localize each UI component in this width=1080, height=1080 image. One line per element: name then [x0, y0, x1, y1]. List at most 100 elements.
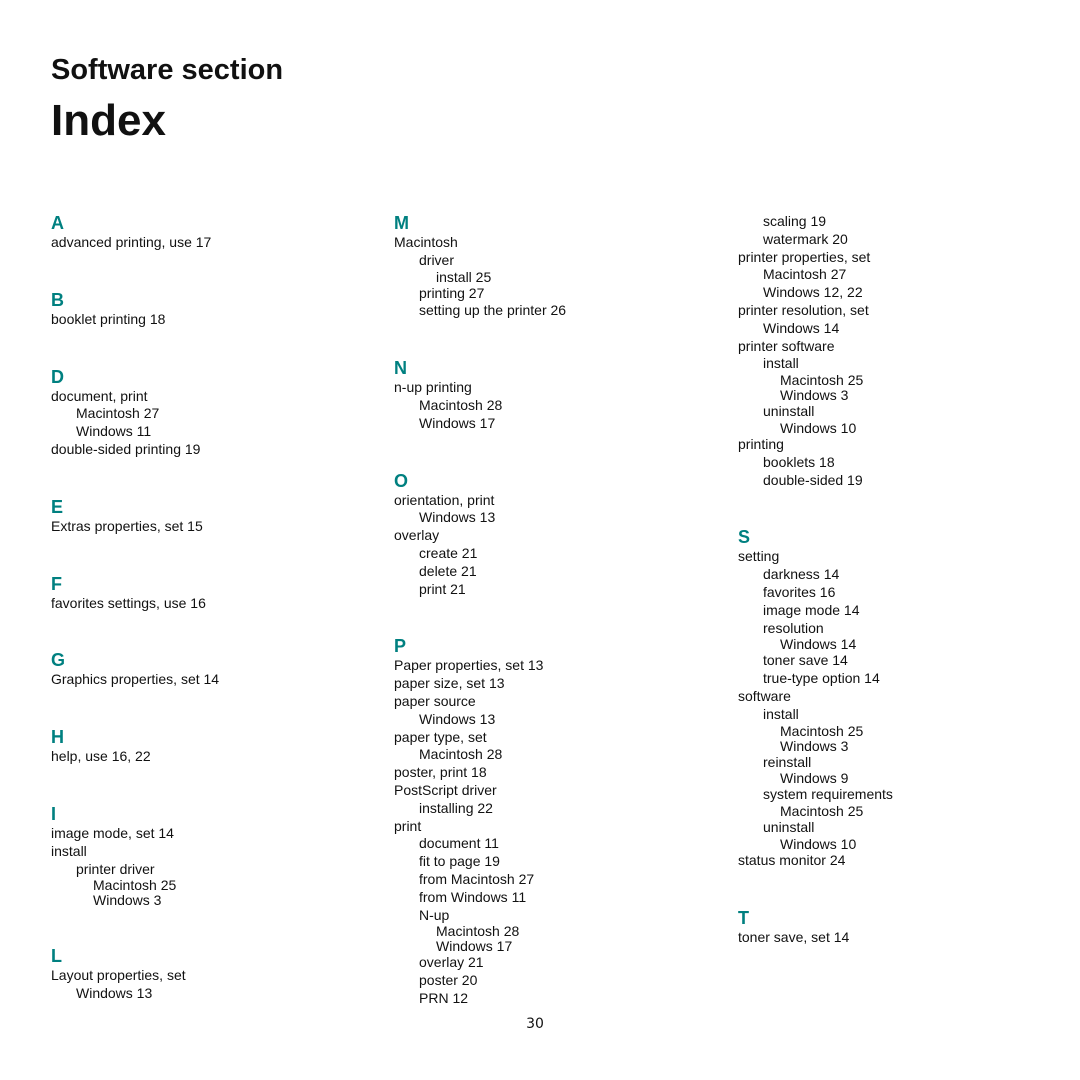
- index-subentry: poster 20: [419, 972, 478, 989]
- index-subentry: Windows 10: [780, 835, 857, 852]
- index-subentry: from Macintosh 27: [419, 870, 535, 887]
- index-column-1: Aadvanced printing, use 17 Bbooklet print…: [51, 212, 371, 1003]
- index-letter-heading: T: [738, 907, 749, 928]
- index-entry: setting: [738, 548, 780, 565]
- index-entry: overlay: [394, 527, 440, 544]
- index-group: Aadvanced printing, use 17: [51, 212, 371, 252]
- index-subentry: Macintosh 28: [419, 746, 503, 763]
- index-subentry: Windows 12, 22: [763, 284, 863, 301]
- index-subentry: darkness 14: [763, 566, 840, 583]
- index-group: E Extras properties, set 15: [51, 459, 371, 536]
- index-group: Nn-up printing Macintosh 28 Windows 17: [394, 320, 714, 432]
- index-subentry: true-type option 14: [763, 670, 880, 687]
- index-letter-heading: B: [51, 289, 64, 310]
- index-group: Ffavorites settings, use 16: [51, 536, 371, 613]
- index-entry: printer software: [738, 337, 835, 354]
- index-subentry: Windows 13: [419, 710, 496, 727]
- index-entry: image mode, set 14: [51, 824, 174, 841]
- index-subentry: Macintosh 27: [763, 266, 847, 283]
- page-title: Index: [51, 96, 166, 145]
- index-subentry: Windows 14: [763, 319, 840, 336]
- index-subentry: watermark 20: [763, 230, 848, 247]
- index-letter-heading: F: [51, 573, 62, 594]
- index-entry: printer resolution, set: [738, 301, 869, 318]
- index-subentry: delete 21: [419, 562, 477, 579]
- index-letter-heading: P: [394, 636, 407, 657]
- index-group: scaling 19 watermark 20 printer properties…: [738, 213, 1058, 489]
- index-entry: install: [51, 842, 87, 859]
- index-entry: n-up printing: [394, 379, 472, 396]
- index-subentry: Macintosh 27: [76, 405, 160, 422]
- index-group: P Paper properties, set 13 paper size, set…: [394, 598, 714, 1007]
- index-subentry: print 21: [419, 580, 466, 597]
- index-subentry: N-up: [419, 906, 450, 923]
- index-entry: toner save, set 14: [738, 928, 850, 945]
- index-column-3: scaling 19 watermark 20 printer properties…: [738, 213, 1058, 947]
- index-entry: favorites settings, use 16: [51, 594, 206, 611]
- index-entry: Macintosh: [394, 234, 458, 250]
- index-subentry: from Windows 11: [419, 888, 527, 905]
- index-subentry: reinstall: [763, 753, 812, 770]
- index-subentry: create 21: [419, 544, 478, 561]
- index-subentry: PRN 12: [419, 989, 469, 1006]
- index-entry: print: [394, 817, 422, 834]
- index-entry: Layout properties, set: [51, 967, 186, 984]
- index-subentry: toner save 14: [763, 652, 848, 669]
- index-subentry: document 11: [419, 835, 499, 852]
- index-letter-heading: G: [51, 650, 66, 671]
- index-group: Hhelp, use 16, 22: [51, 689, 371, 766]
- index-letter-heading: H: [51, 727, 64, 748]
- index-subentry: printer driver: [76, 860, 155, 877]
- index-subentry: Windows 17: [436, 938, 513, 955]
- index-entry: Paper properties, set 13: [394, 657, 544, 674]
- index-subentry: Windows 13: [419, 509, 496, 526]
- index-subentry: booklets 18: [763, 453, 835, 470]
- index-subentry: Windows 10: [780, 419, 857, 436]
- section-title: Software section: [51, 54, 284, 86]
- index-subentry: uninstall: [763, 403, 815, 420]
- index-subentry: Macintosh 25: [780, 803, 864, 820]
- index-letter-heading: D: [51, 366, 64, 387]
- index-letter-heading: L: [51, 946, 62, 967]
- index-column-2: M Macintosh driver install 25 printing 27 set…: [394, 212, 714, 1008]
- index-subentry: favorites 16: [763, 583, 836, 600]
- index-subentry: Windows 13: [76, 985, 153, 1002]
- index-subentry: printing 27: [419, 284, 485, 301]
- index-entry: printing: [738, 435, 784, 452]
- index-group: Oorientation, print Windows 13 overlay crea…: [394, 433, 714, 599]
- index-group: Ttoner save, set 14: [738, 870, 1058, 947]
- index-group: Iimage mode, set 14 install printer driver…: [51, 766, 371, 908]
- index-entry: paper type, set: [394, 728, 487, 745]
- index-subentry: system requirements: [763, 786, 893, 803]
- index-letter-heading: M: [394, 213, 409, 233]
- index-entry: Graphics properties, set 14: [51, 671, 220, 688]
- index-entry: printer properties, set: [738, 248, 871, 265]
- index-entry: document, print: [51, 387, 148, 404]
- index-group: M Macintosh driver install 25 printing 27 set…: [394, 212, 714, 320]
- index-letter-heading: S: [738, 527, 751, 548]
- index-subentry: Windows 3: [780, 387, 849, 404]
- index-entry: poster, print 18: [394, 764, 487, 781]
- index-subentry: install: [763, 705, 799, 722]
- index-subentry: overlay 21: [419, 954, 484, 971]
- index-letter-heading: I: [51, 803, 57, 824]
- index-letter-heading: E: [51, 496, 64, 517]
- index-subentry: image mode 14: [763, 601, 860, 618]
- index-subentry: Macintosh 25: [93, 877, 177, 894]
- index-subentry: Windows 11: [76, 423, 152, 440]
- index-subentry: driver: [419, 251, 455, 268]
- index-subentry: Windows 14: [780, 636, 857, 653]
- index-entry: double-sided printing 19: [51, 440, 201, 457]
- index-entry: orientation, print: [394, 491, 495, 508]
